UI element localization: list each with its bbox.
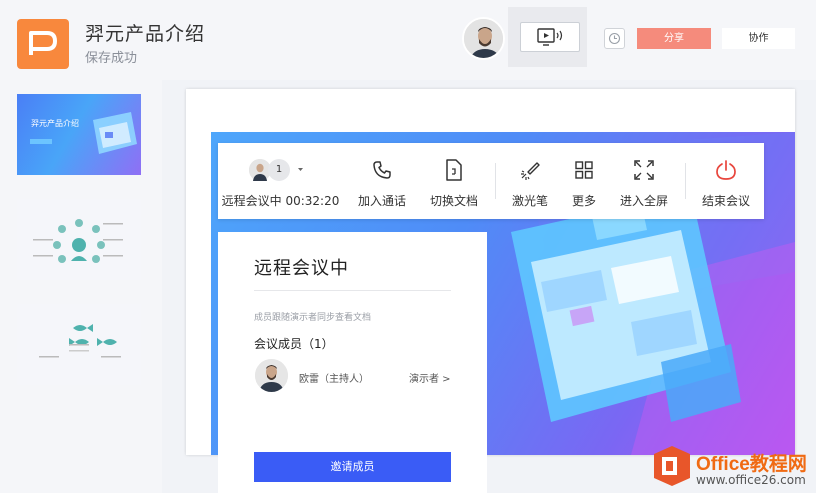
user-avatar-icon xyxy=(464,19,503,58)
watermark-url: www.office26.com xyxy=(696,473,806,487)
meeting-panel: 远程会议中 成员跟随演示者同步查看文档 会议成员（1） 欧雷（主持人） 演示者 … xyxy=(218,232,487,493)
office-logo-icon xyxy=(654,446,690,486)
watermark: Office教程网 www.office26.com xyxy=(652,444,807,492)
wps-presentation-logo xyxy=(17,19,69,69)
members-heading: 会议成员（1） xyxy=(254,337,334,351)
laser-pen-icon xyxy=(517,158,543,182)
fullscreen-label: 进入全屏 xyxy=(619,194,668,208)
document-title[interactable]: 羿元产品介绍 xyxy=(85,19,205,46)
thumb3-fish-icon xyxy=(39,324,121,358)
more-button[interactable]: 更多 xyxy=(557,143,611,219)
document-switch-icon xyxy=(441,158,467,182)
phone-icon xyxy=(369,158,395,182)
member-role-link[interactable]: 演示者 > xyxy=(409,370,451,385)
member-avatar xyxy=(255,359,288,392)
fullscreen-button[interactable]: 进入全屏 xyxy=(611,143,677,219)
save-status: 保存成功 xyxy=(85,51,138,66)
thumb2-diagram-icon xyxy=(33,219,123,263)
share-button[interactable]: 分享 xyxy=(637,28,711,49)
sync-hint-text: 成员跟随演示者同步查看文档 xyxy=(254,313,372,323)
end-meeting-label: 结束会议 xyxy=(701,194,750,208)
meeting-toolbar: 1 远程会议中 00:32:20 加入通话 切换文档 激光笔 更多 进入全屏 结… xyxy=(218,143,764,219)
power-icon xyxy=(713,158,739,182)
toolbar-divider xyxy=(685,163,686,199)
switch-document-button[interactable]: 切换文档 xyxy=(421,143,487,219)
remote-present-button[interactable] xyxy=(520,22,580,52)
thumb1-title: 羿元产品介绍 xyxy=(31,119,79,128)
history-button[interactable] xyxy=(604,28,625,49)
watermark-brand: Office教程网 xyxy=(696,454,807,475)
panel-divider xyxy=(254,290,451,291)
participant-count-badge: 1 xyxy=(268,159,290,181)
slide-thumbnail-1[interactable]: 羿元产品介绍 xyxy=(17,94,141,175)
switch-document-label: 切换文档 xyxy=(429,194,478,208)
thumb1-window-illustration-icon xyxy=(93,112,137,154)
clock-history-icon xyxy=(608,32,621,45)
chevron-down-icon xyxy=(298,168,303,171)
panel-title: 远程会议中 xyxy=(254,258,349,279)
avatar[interactable] xyxy=(462,17,505,60)
user-avatar-icon xyxy=(255,359,288,392)
collaborate-button[interactable]: 协作 xyxy=(722,28,795,49)
present-panel xyxy=(508,7,587,67)
toolbar-divider xyxy=(495,163,496,199)
grid-more-icon xyxy=(571,158,597,182)
top-bar: 羿元产品介绍 保存成功 分享 协作 xyxy=(0,0,816,80)
slide-thumbnail-2[interactable] xyxy=(17,199,141,280)
laser-pointer-button[interactable]: 激光笔 xyxy=(503,143,557,219)
meeting-status-text: 远程会议中 00:32:20 xyxy=(221,194,340,208)
p-logo-icon xyxy=(29,31,57,55)
invite-members-button[interactable]: 邀请成员 xyxy=(254,452,451,482)
more-label: 更多 xyxy=(571,194,596,208)
end-meeting-button[interactable]: 结束会议 xyxy=(693,143,759,219)
join-call-label: 加入通话 xyxy=(357,194,406,208)
thumb1-bar xyxy=(30,139,52,144)
projector-icon xyxy=(537,28,563,46)
meeting-status-item[interactable]: 1 远程会议中 00:32:20 xyxy=(218,143,343,219)
join-call-button[interactable]: 加入通话 xyxy=(349,143,415,219)
laser-pointer-label: 激光笔 xyxy=(511,194,548,208)
slide-thumbnail-3[interactable] xyxy=(17,304,141,385)
fullscreen-icon xyxy=(631,158,657,182)
member-name: 欧雷（主持人） xyxy=(299,374,369,385)
